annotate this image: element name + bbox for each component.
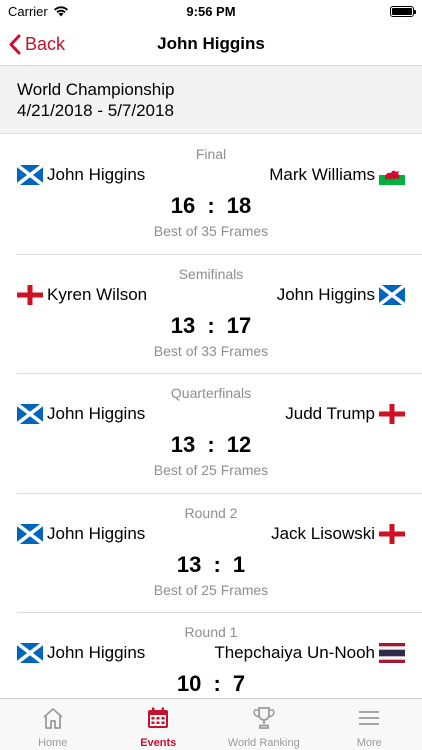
tab-label: More	[356, 737, 382, 749]
england-flag-icon	[379, 523, 405, 544]
event-header: World Championship 4/21/2018 - 5/7/2018	[0, 66, 422, 134]
player-one-name: John Higgins	[47, 165, 146, 184]
thailand-flag-icon	[379, 643, 405, 663]
page-title: John Higgins	[157, 33, 265, 53]
score-player-one: 10	[176, 671, 202, 696]
score-player-two: 7	[232, 671, 246, 696]
england-flag-icon	[379, 404, 405, 424]
navigation-bar: Back John Higgins	[0, 22, 422, 66]
score-player-two: 1	[232, 551, 246, 577]
battery-fill	[392, 7, 412, 15]
match-score: 13 : 1	[0, 552, 422, 578]
chevron-left-icon	[9, 34, 21, 54]
player-two: Judd Trump	[285, 404, 405, 424]
tab-label: Events	[140, 737, 177, 749]
match-round: Quarterfinals	[170, 385, 252, 401]
player-two: Thepchaiya Un-Nooh	[214, 643, 405, 663]
score-separator: :	[207, 312, 215, 338]
best-of-frames: Best of 25 Frames	[153, 462, 269, 478]
match-round: Semifinals	[178, 265, 244, 282]
carrier-label: Carrier	[8, 3, 48, 19]
match-round: Final	[195, 146, 227, 162]
score-separator: :	[213, 551, 221, 577]
match-round: Round 1	[184, 624, 238, 640]
tab-events[interactable]: Events	[106, 699, 212, 750]
score-player-one: 13	[176, 551, 202, 577]
tab-bar: Home Events World Ranking More	[0, 698, 422, 750]
score-separator: :	[207, 193, 215, 218]
player-two: Jack Lisowski	[271, 523, 405, 544]
match-score: 13 : 12	[0, 432, 422, 458]
player-one-name: John Higgins	[47, 643, 146, 662]
match-score: 10 : 7	[0, 671, 422, 697]
score-player-one: 16	[170, 193, 196, 218]
player-one-name: John Higgins	[47, 523, 146, 543]
player-two-name: Judd Trump	[285, 404, 375, 423]
status-bar: Carrier 9:56 PM	[0, 0, 422, 22]
scotland-flag-icon	[377, 283, 407, 306]
wifi-icon	[53, 6, 68, 17]
player-one-name: John Higgins	[47, 404, 146, 423]
scotland-flag-icon	[15, 163, 45, 187]
scotland-flag-icon	[15, 641, 45, 665]
status-left: Carrier	[8, 4, 69, 19]
score-player-one: 13	[170, 432, 196, 457]
player-two-name: Thepchaiya Un-Nooh	[214, 643, 375, 662]
match-row[interactable]: Final John Higgins Mark Williams 16 : 18…	[15, 135, 422, 255]
match-round: Round 2	[184, 504, 238, 521]
score-player-one: 13	[170, 312, 196, 338]
menu-icon	[356, 705, 382, 737]
match-score: 16 : 18	[0, 193, 422, 219]
player-one: Kyren Wilson	[17, 284, 148, 305]
player-one: John Higgins	[15, 522, 146, 545]
best-of-frames: Best of 25 Frames	[153, 581, 269, 598]
back-label: Back	[25, 33, 66, 54]
tab-label: Home	[38, 737, 68, 749]
score-separator: :	[213, 671, 221, 696]
battery-icon	[390, 5, 416, 17]
player-two: John Higgins	[276, 283, 407, 306]
scotland-flag-icon	[15, 402, 45, 426]
event-name: World Championship	[17, 80, 175, 99]
home-icon	[40, 705, 66, 737]
player-one: John Higgins	[15, 163, 146, 187]
wales-flag-icon	[379, 165, 405, 185]
player-two-name: Mark Williams	[269, 165, 375, 184]
player-two-name: Jack Lisowski	[271, 523, 375, 543]
match-score: 13 : 17	[0, 313, 422, 339]
player-two-name: John Higgins	[276, 284, 375, 304]
tab-more[interactable]: More	[317, 699, 422, 750]
match-row[interactable]: Round 2 John Higgins Jack Lisowski 13 : …	[15, 494, 422, 613]
event-dates: 4/21/2018 - 5/7/2018	[17, 101, 174, 120]
score-player-two: 17	[226, 312, 252, 338]
score-player-two: 12	[226, 432, 252, 457]
england-flag-icon	[17, 284, 43, 305]
player-one: John Higgins	[15, 641, 146, 665]
player-two: Mark Williams	[269, 165, 405, 185]
calendar-icon	[145, 705, 171, 737]
best-of-frames: Best of 33 Frames	[153, 342, 269, 359]
score-player-two: 18	[226, 193, 252, 218]
tab-home[interactable]: Home	[0, 699, 106, 750]
scotland-flag-icon	[15, 522, 45, 545]
back-button[interactable]: Back	[8, 22, 65, 66]
player-one-name: Kyren Wilson	[47, 284, 148, 304]
tab-label: World Ranking	[227, 737, 300, 749]
match-list[interactable]: Final John Higgins Mark Williams 16 : 18…	[0, 135, 422, 698]
player-one: John Higgins	[15, 402, 146, 426]
best-of-frames: Best of 35 Frames	[153, 223, 269, 239]
match-row[interactable]: Round 1 John Higgins Thepchaiya Un-Nooh …	[15, 613, 422, 698]
match-row[interactable]: Semifinals Kyren Wilson John Higgins 13 …	[17, 255, 422, 374]
trophy-icon	[251, 705, 277, 737]
match-row[interactable]: Quarterfinals John Higgins Judd Trump 13…	[15, 374, 422, 494]
score-separator: :	[207, 432, 215, 457]
tab-world-ranking[interactable]: World Ranking	[211, 699, 317, 750]
